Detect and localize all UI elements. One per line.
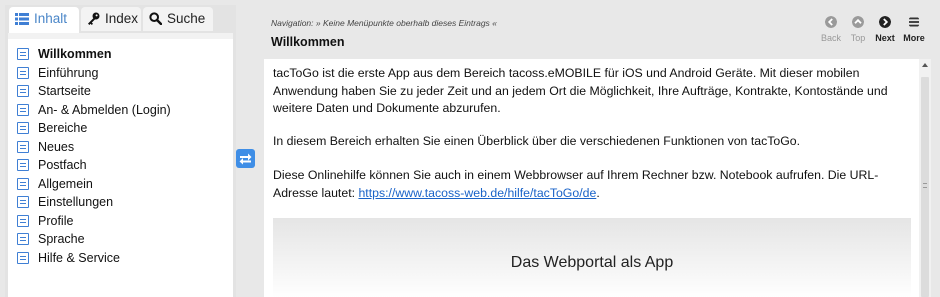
- top-label: Top: [850, 33, 866, 43]
- toc-item-label: Startseite: [38, 84, 91, 98]
- breadcrumb-text: » Keine Menüpunkte oberhalb dieses Eintr…: [315, 18, 497, 28]
- topic-page-icon: [17, 85, 29, 97]
- more-label: More: [903, 33, 925, 43]
- next-label: Next: [875, 33, 895, 43]
- scroll-grip-icon: [923, 183, 927, 188]
- toc-item-label: Neues: [38, 139, 75, 154]
- table-of-contents: Willkommen Einführung Startseite An- & A…: [8, 33, 233, 297]
- topic-page-icon: [17, 122, 29, 134]
- more-button[interactable]: More: [900, 16, 928, 50]
- hamburger-menu-icon: [909, 17, 919, 27]
- toc-item-profile[interactable]: Profile: [14, 212, 224, 230]
- toc-item-label: Hilfe & Service: [38, 250, 120, 265]
- topic-page-icon: [17, 48, 29, 60]
- topic-page-icon: [17, 177, 29, 190]
- tab-index[interactable]: Index: [81, 7, 141, 31]
- overview-paragraph: In diesem Bereich erhalten Sie einen Übe…: [273, 134, 801, 148]
- toc-item-label: Allgemein: [38, 176, 93, 191]
- toc-item-postfach[interactable]: Postfach: [14, 156, 224, 174]
- topic-page-icon: [17, 214, 29, 227]
- next-button[interactable]: Next: [871, 16, 899, 50]
- sync-toc-button[interactable]: [236, 149, 255, 168]
- topic-content: tacToGo ist die erste App aus dem Bereic…: [264, 59, 919, 297]
- toc-item-label: An- & Abmelden (Login): [38, 102, 171, 117]
- tab-label: Index: [105, 11, 139, 26]
- tab-label: Inhalt: [34, 11, 68, 26]
- toc-item-einfuehrung[interactable]: Einführung: [14, 64, 224, 82]
- top-button[interactable]: Top: [844, 16, 872, 50]
- topic-page-icon: [17, 103, 29, 116]
- topic-header: Navigation: » Keine Menüpunkte oberhalb …: [264, 12, 927, 52]
- toc-item-einstellungen[interactable]: Einstellungen: [14, 193, 224, 211]
- toc-item-label: Willkommen: [38, 47, 112, 61]
- arrow-up-icon: [852, 16, 864, 28]
- breadcrumb: Navigation: » Keine Menüpunkte oberhalb …: [271, 18, 497, 28]
- url-paragraph-end: .: [596, 185, 600, 200]
- toc-item-label: Bereiche: [38, 121, 88, 135]
- page-title: Willkommen: [271, 35, 345, 49]
- image-title: Das Webportal als App: [510, 254, 674, 271]
- toc-item-label: Profile: [38, 213, 74, 228]
- toc-item-label: Einführung: [38, 65, 99, 80]
- toc-item-hilfe-service[interactable]: Hilfe & Service: [14, 249, 224, 267]
- content-scrollbar[interactable]: [919, 59, 931, 297]
- intro-paragraph: tacToGo ist die erste App aus dem Bereic…: [273, 66, 888, 115]
- topic-page-icon: [17, 196, 29, 208]
- back-button[interactable]: Back: [817, 16, 845, 50]
- toc-item-label: Postfach: [38, 158, 87, 172]
- toc-item-neues[interactable]: Neues: [14, 138, 224, 156]
- toc-item-willkommen[interactable]: Willkommen: [14, 45, 224, 63]
- toc-item-label: Sprache: [38, 232, 85, 246]
- topic-page-icon: [17, 140, 29, 153]
- toc-item-login[interactable]: An- & Abmelden (Login): [14, 101, 224, 119]
- back-label: Back: [820, 33, 841, 43]
- topic-page-icon: [17, 251, 29, 264]
- swap-arrows-icon: [239, 153, 252, 165]
- toc-item-startseite[interactable]: Startseite: [14, 82, 224, 100]
- webportal-image: Das Webportal als App: [273, 218, 911, 297]
- tab-inhalt[interactable]: Inhalt: [9, 7, 79, 33]
- navigation-pane: Inhalt Index Suche Willkommen Einführung…: [5, 5, 236, 297]
- scroll-thumb[interactable]: [921, 77, 929, 297]
- topic-page-icon: [17, 66, 29, 79]
- help-url-link[interactable]: https://www.tacoss-web.de/hilfe/tacToGo/…: [358, 186, 596, 200]
- arrow-right-icon: [879, 16, 891, 28]
- tab-suche[interactable]: Suche: [143, 7, 213, 31]
- toc-item-label: Einstellungen: [38, 195, 114, 209]
- breadcrumb-label: Navigation:: [271, 18, 314, 28]
- topic-page-icon: [17, 233, 29, 245]
- search-icon: [149, 9, 163, 33]
- key-icon: [87, 9, 100, 33]
- toc-item-sprache[interactable]: Sprache: [14, 230, 224, 248]
- topic-page-icon: [17, 159, 29, 171]
- tab-label: Suche: [167, 11, 206, 26]
- toc-item-allgemein[interactable]: Allgemein: [14, 175, 224, 193]
- toc-item-bereiche[interactable]: Bereiche: [14, 119, 224, 137]
- arrow-left-icon: [825, 16, 837, 28]
- scroll-up-arrow-icon[interactable]: [922, 63, 928, 67]
- pane-tabbar: Inhalt Index Suche: [5, 5, 236, 33]
- list-icon: [15, 9, 29, 33]
- url-paragraph: Diese Onlinehilfe können Sie auch in ein…: [273, 167, 913, 202]
